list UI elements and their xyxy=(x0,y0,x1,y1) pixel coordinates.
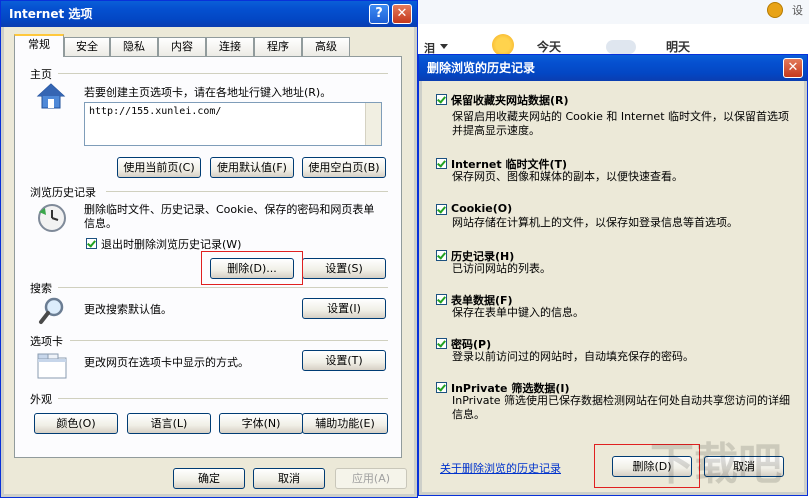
tabs-divider xyxy=(70,340,388,341)
tab-connections[interactable]: 连接 xyxy=(206,37,254,56)
form-data-checkbox[interactable] xyxy=(436,294,447,305)
tabs-section-label: 选项卡 xyxy=(30,335,63,348)
accessibility-button[interactable]: 辅助功能(E) xyxy=(302,413,388,434)
cookies-title[interactable]: Cookie(O) xyxy=(451,202,512,215)
use-default-button[interactable]: 使用默认值(F) xyxy=(210,157,294,178)
tabs-settings-button[interactable]: 设置(T) xyxy=(302,350,386,371)
ok-button[interactable]: 确定 xyxy=(173,468,245,489)
search-settings-button[interactable]: 设置(I) xyxy=(302,298,386,319)
keep-favorites-checkbox[interactable] xyxy=(436,94,447,105)
about-delete-history-link[interactable]: 关于删除浏览的历史记录 xyxy=(440,460,561,476)
tab-programs[interactable]: 程序 xyxy=(254,37,302,56)
cancel-button[interactable]: 取消 xyxy=(253,468,325,489)
sun-icon xyxy=(492,34,514,56)
search-description: 更改搜索默认值。 xyxy=(84,303,172,316)
history-section-label: 浏览历史记录 xyxy=(30,186,96,199)
apply-button[interactable]: 应用(A) xyxy=(335,468,407,489)
home-url-text: http://155.xunlei.com/ xyxy=(89,106,222,117)
tab-general[interactable]: 常规 xyxy=(14,34,64,57)
use-current-button[interactable]: 使用当前页(C) xyxy=(117,157,201,178)
browser-toolbar-strip xyxy=(418,0,809,25)
watermark: 下载吧 xyxy=(650,439,782,490)
tab-security[interactable]: 安全 xyxy=(64,37,110,56)
tab-content[interactable]: 内容 xyxy=(158,37,206,56)
temp-files-desc: 保存网页、图像和媒体的副本，以便快速查看。 xyxy=(452,170,683,183)
house-icon xyxy=(36,82,66,113)
inprivate-desc: InPrivate 筛选使用已保存数据检测网站在何处自动共享您访问的详细信息。 xyxy=(452,394,791,421)
home-url-textarea[interactable]: http://155.xunlei.com/ xyxy=(84,102,382,146)
settings-link[interactable]: 设 xyxy=(792,2,803,18)
fonts-button[interactable]: 字体(N) xyxy=(219,413,303,434)
chevron-down-icon xyxy=(440,44,448,49)
tab-privacy[interactable]: 隐私 xyxy=(110,37,158,56)
search-divider xyxy=(58,287,388,288)
close-button[interactable]: ✕ xyxy=(392,4,412,24)
weather-today: 今天 xyxy=(537,40,562,54)
passwords-desc: 登录以前访问过的网站时，自动填充保存的密码。 xyxy=(452,350,694,363)
window-title: Internet 选项 xyxy=(9,7,93,21)
dialog-close-button[interactable]: ✕ xyxy=(783,58,803,78)
appearance-divider xyxy=(58,398,388,399)
clock-history-icon xyxy=(36,202,68,237)
home-section-label: 主页 xyxy=(30,68,52,81)
keep-favorites-title[interactable]: 保留收藏夹网站数据(R) xyxy=(451,92,569,108)
highlight-box xyxy=(201,251,303,285)
passwords-checkbox[interactable] xyxy=(436,338,447,349)
tabs-window-icon xyxy=(36,352,68,383)
search-section-label: 搜索 xyxy=(30,282,52,295)
dialog-title: 删除浏览的历史记录 xyxy=(427,61,536,75)
internet-options-titlebar[interactable]: Internet 选项 ? ✕ xyxy=(1,1,417,27)
appearance-section-label: 外观 xyxy=(30,393,52,406)
temp-files-checkbox[interactable] xyxy=(436,158,447,169)
keep-favorites-desc: 保留启用收藏夹网站的 Cookie 和 Internet 临时文件，以保留首选项… xyxy=(452,110,789,137)
cloud-icon xyxy=(606,40,636,54)
cookies-desc: 网站存储在计算机上的文件，以保存如登录信息等首选项。 xyxy=(452,216,738,229)
history-desc: 已访问网站的列表。 xyxy=(452,262,551,275)
colors-button[interactable]: 颜色(O) xyxy=(34,413,118,434)
inprivate-checkbox[interactable] xyxy=(436,382,447,393)
home-hint: 若要创建主页选项卡，请在各地址行键入地址(R)。 xyxy=(84,86,332,99)
tabs-description: 更改网页在选项卡中显示的方式。 xyxy=(84,356,249,369)
weather-tomorrow: 明天 xyxy=(666,40,691,54)
coin-icon xyxy=(767,2,783,18)
languages-button[interactable]: 语言(L) xyxy=(127,413,211,434)
home-divider xyxy=(58,73,388,74)
help-button[interactable]: ? xyxy=(369,4,389,24)
use-blank-button[interactable]: 使用空白页(B) xyxy=(302,157,386,178)
delete-on-exit-label[interactable]: 退出时删除浏览历史记录(W) xyxy=(101,236,241,252)
history-checkbox[interactable] xyxy=(436,250,447,261)
tab-advanced[interactable]: 高级 xyxy=(302,37,350,56)
history-settings-button[interactable]: 设置(S) xyxy=(302,258,386,279)
cookies-checkbox[interactable] xyxy=(436,204,447,215)
magnifier-icon xyxy=(38,296,66,329)
form-data-desc: 保存在表单中键入的信息。 xyxy=(452,306,584,319)
delete-history-titlebar[interactable]: 删除浏览的历史记录 ✕ xyxy=(419,55,807,81)
url-scrollbar[interactable] xyxy=(365,103,381,145)
history-divider xyxy=(106,191,388,192)
delete-on-exit-checkbox[interactable] xyxy=(86,238,97,249)
history-description: 删除临时文件、历史记录、Cookie、保存的密码和网页表单信息。 xyxy=(84,203,375,230)
